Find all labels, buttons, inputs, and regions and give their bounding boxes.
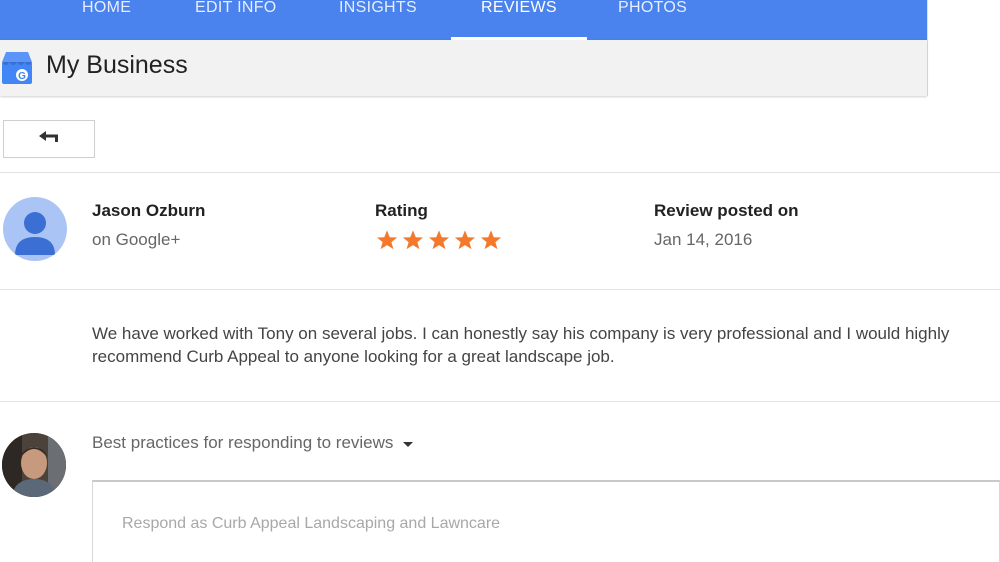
star-icon [428,230,450,250]
back-button[interactable] [3,120,95,158]
posted-date: Jan 14, 2016 [654,230,753,249]
svg-text:G: G [18,71,26,82]
tab-reviews[interactable]: REVIEWS [451,0,587,40]
google-my-business-icon: G [0,48,34,86]
tab-photos[interactable]: PHOTOS [618,0,688,40]
review-text: We have worked with Tony on several jobs… [92,324,950,366]
reply-box [92,480,1000,562]
tab-home[interactable]: HOME [82,0,134,40]
page-title: My Business [46,51,188,79]
rating-label: Rating [375,201,428,220]
star-icon [376,230,398,250]
divider [0,172,1000,173]
star-icon [402,230,424,250]
caret-down-icon [403,442,414,447]
reviewer-avatar [3,197,67,261]
rating-stars [375,229,503,251]
best-practices-dropdown[interactable]: Best practices for responding to reviews [92,433,414,453]
star-icon [480,230,502,250]
reply-input[interactable] [93,482,999,562]
divider [0,289,1000,290]
star-icon [454,230,476,250]
posted-label: Review posted on [654,201,799,220]
owner-avatar [2,433,66,497]
reviewer-name: Jason Ozburn [92,201,206,220]
tab-insights[interactable]: INSIGHTS [339,0,419,40]
tab-edit-info[interactable]: EDIT INFO [195,0,277,40]
header-edge-divider [927,0,928,96]
divider [0,401,1000,402]
top-nav-bar: HOME EDIT INFO INSIGHTS REVIEWS PHOTOS [0,0,927,40]
back-arrow-icon [38,130,60,149]
brand-bar: G My Business [0,40,927,96]
best-practices-label: Best practices for responding to reviews [92,433,394,452]
reviewer-source: on Google+ [92,230,181,249]
